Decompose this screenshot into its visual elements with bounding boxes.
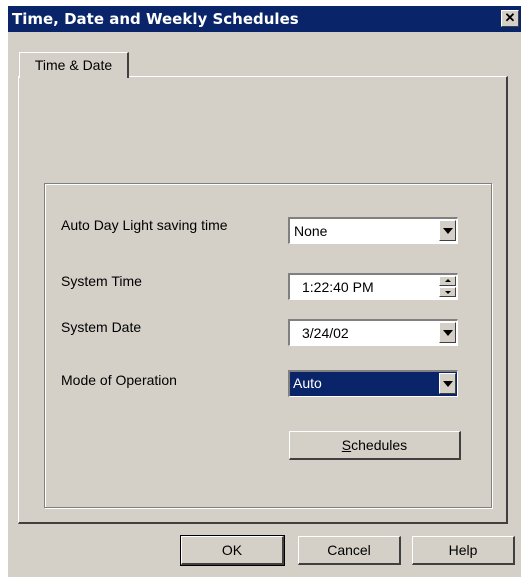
tab-time-and-date[interactable]: Time & Date [19, 52, 129, 78]
schedules-button[interactable]: Schedules [289, 431, 461, 460]
dst-select[interactable]: None [288, 217, 458, 244]
time-input[interactable]: 1:22:40 PM [288, 273, 458, 300]
cancel-button-label: Cancel [327, 542, 371, 558]
ok-button-label: OK [221, 542, 243, 558]
time-label: System Time [61, 273, 142, 289]
mode-value: Auto [293, 375, 322, 391]
dst-label: Auto Day Light saving time [61, 217, 228, 233]
close-button[interactable]: ✕ [501, 10, 519, 27]
chevron-down-icon [443, 228, 453, 234]
dialog-window: Time, Date and Weekly Schedules ✕ Time &… [8, 6, 521, 577]
date-dropdown-button[interactable] [439, 322, 456, 343]
mode-dropdown-button[interactable] [439, 373, 456, 394]
title-bar[interactable]: Time, Date and Weekly Schedules ✕ [8, 6, 521, 32]
tab-label: Time & Date [34, 57, 113, 73]
spin-up-button[interactable] [439, 276, 456, 286]
ok-button[interactable]: OK [180, 535, 285, 566]
date-label: System Date [61, 319, 142, 335]
arrow-up-icon [445, 279, 451, 282]
help-button-label: Help [448, 542, 478, 558]
spin-down-button[interactable] [439, 287, 456, 297]
mode-select[interactable]: Auto [288, 370, 458, 397]
schedules-button-label: Schedules [341, 437, 408, 453]
chevron-down-icon [443, 330, 453, 336]
chevron-down-icon [443, 381, 453, 387]
arrow-down-icon [445, 291, 451, 294]
time-spinner[interactable] [439, 276, 456, 297]
dialog-title: Time, Date and Weekly Schedules [12, 10, 299, 28]
mode-label: Mode of Operation [61, 372, 177, 388]
time-value: 1:22:40 PM [302, 279, 374, 295]
dst-dropdown-button[interactable] [439, 220, 456, 241]
cancel-button[interactable]: Cancel [298, 536, 401, 565]
dst-value: None [294, 223, 328, 239]
close-icon: ✕ [504, 10, 516, 25]
date-value: 3/24/02 [302, 325, 349, 341]
help-button[interactable]: Help [412, 536, 515, 565]
date-picker[interactable]: 3/24/02 [288, 319, 458, 346]
